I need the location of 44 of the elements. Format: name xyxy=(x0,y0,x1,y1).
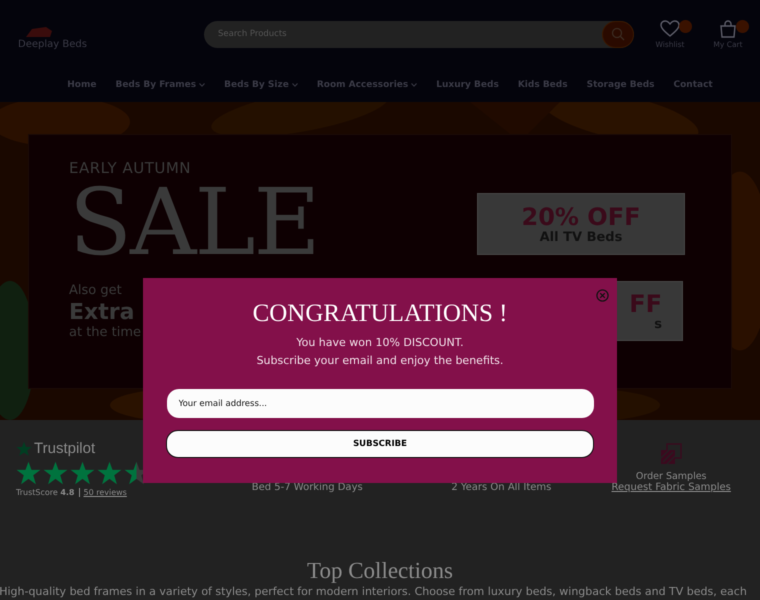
sale-headline: SALE xyxy=(69,177,319,269)
section-text: High-quality bed frames in a variety of styles, perfect for modern interiors. Choose from luxury beds, wingback beds and TV beds, each xyxy=(0,585,748,598)
bed-logo-icon xyxy=(24,24,54,38)
fabric-swatch-icon xyxy=(660,443,682,465)
promo-text: at the time xyxy=(69,325,142,340)
search-icon xyxy=(611,27,625,41)
caret-icon xyxy=(292,83,298,87)
close-button[interactable] xyxy=(596,289,609,302)
sale-kicker: EARLY AUTUMN xyxy=(69,159,192,177)
promo-headline: Extra xyxy=(69,300,134,325)
feature-text: Bed 5-7 Working Days xyxy=(252,482,363,493)
email-field[interactable]: Your email address... xyxy=(166,389,594,418)
nav-link[interactable]: Kids Beds xyxy=(518,80,568,90)
nav-link[interactable]: Luxury Beds xyxy=(436,80,499,90)
popup-title: CONGRATULATIONS ! xyxy=(252,300,508,328)
promo-text: Also get xyxy=(69,283,122,298)
rating-star xyxy=(16,461,41,485)
rating-star xyxy=(97,461,122,485)
reviews-link[interactable]: 50 reviews xyxy=(78,488,127,497)
nav-link[interactable]: Storage Beds xyxy=(586,80,655,90)
section-title: Top Collections xyxy=(306,558,454,584)
logo-text[interactable]: Deeplay Beds xyxy=(18,38,87,50)
trustpilot-brand: Trustpilot xyxy=(34,440,96,457)
star-icon xyxy=(16,440,32,456)
subscribe-button[interactable]: SUBSCRIBE xyxy=(166,430,594,458)
popup-text: You have won 10% DISCOUNT. xyxy=(296,335,464,351)
trust-score: TrustScore 4.8 xyxy=(16,488,74,497)
popup-text: Subscribe your email and enjoy the benefits. xyxy=(256,353,504,369)
rating-star xyxy=(43,461,68,485)
nav-link[interactable]: Beds By Size xyxy=(224,80,298,90)
heart-icon[interactable] xyxy=(660,20,680,38)
caret-icon xyxy=(411,83,418,87)
count-badge xyxy=(736,20,749,32)
rating-star xyxy=(70,461,95,485)
close-icon xyxy=(596,289,609,302)
bag-icon[interactable] xyxy=(719,20,737,38)
samples-title: Order Samples xyxy=(636,471,707,482)
caret-icon xyxy=(199,83,206,87)
nav-link[interactable]: Home xyxy=(67,80,96,90)
nav-link[interactable]: Room Accessories xyxy=(316,80,418,90)
samples-link[interactable]: Request Fabric Samples xyxy=(612,482,731,493)
count-badge xyxy=(679,20,692,32)
nav-link[interactable]: Beds By Frames xyxy=(115,80,206,90)
nav-link[interactable]: Contact xyxy=(674,80,713,90)
